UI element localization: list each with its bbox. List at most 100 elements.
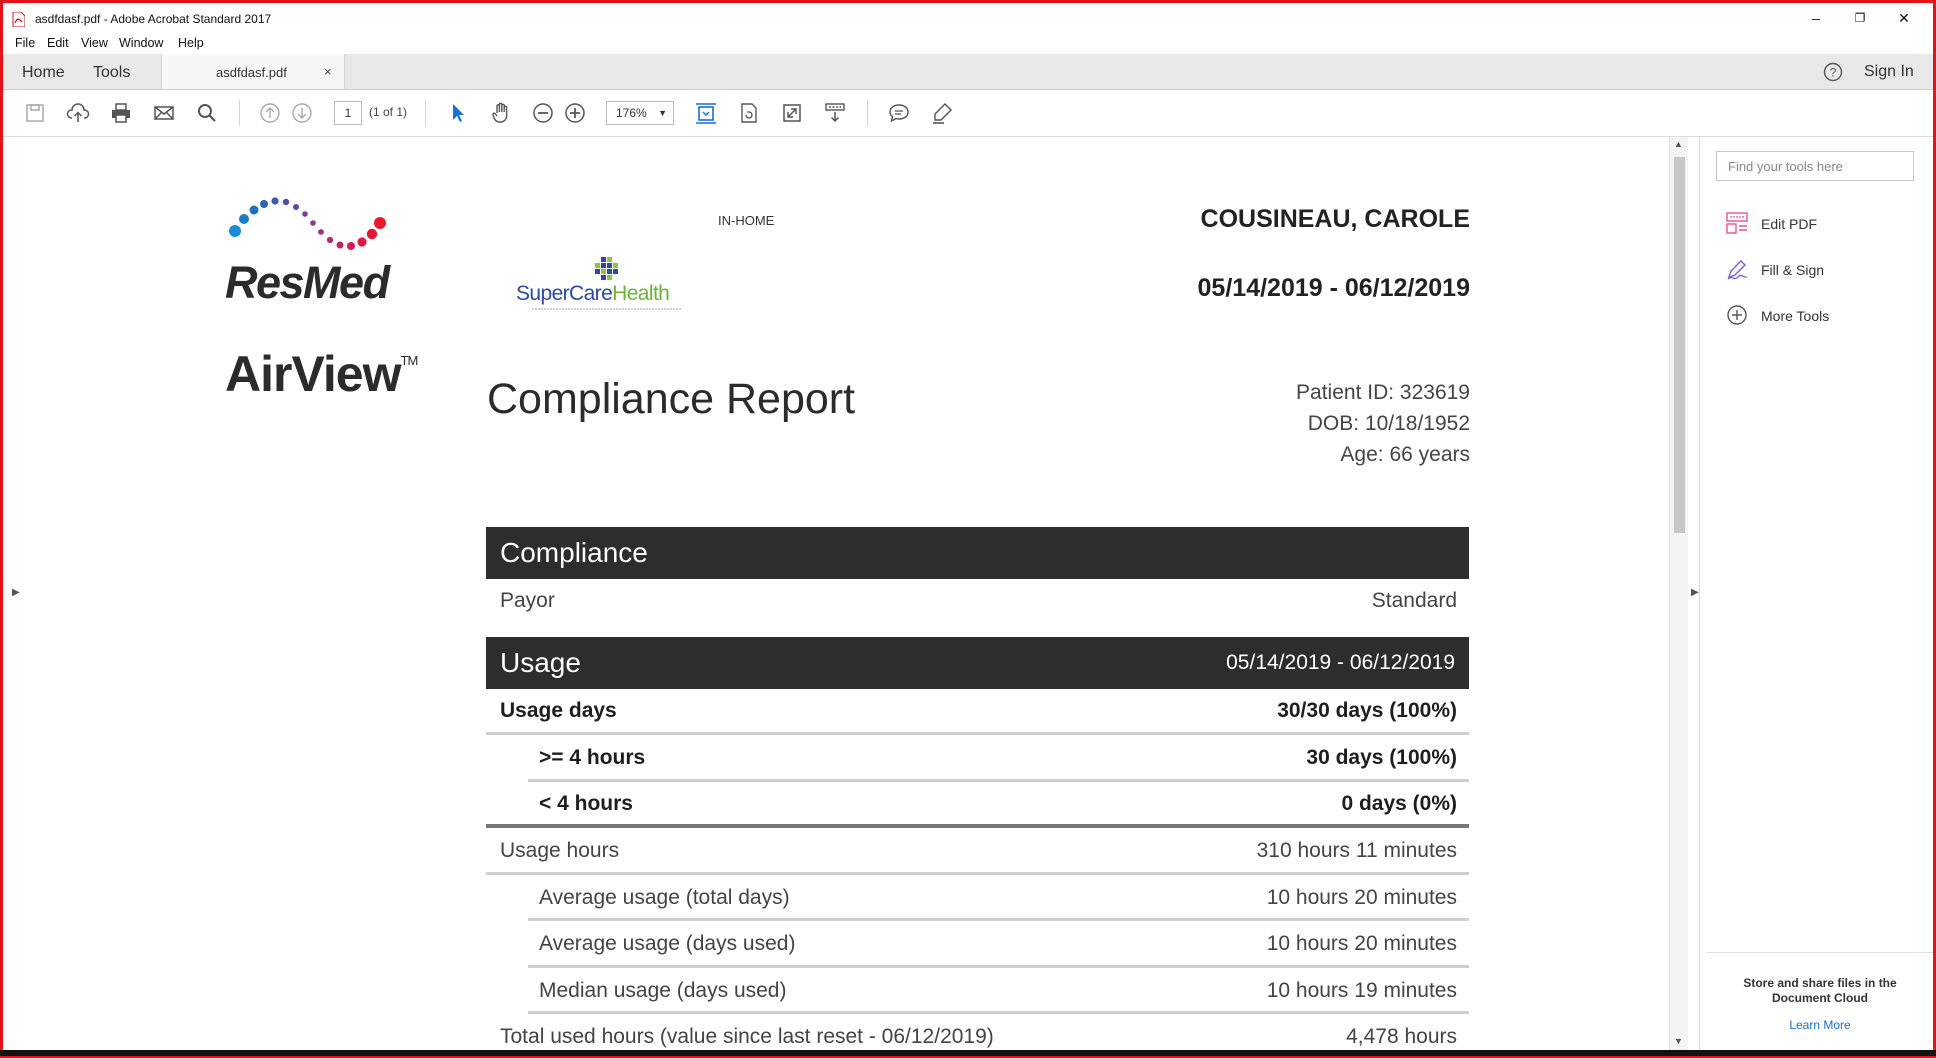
save-icon[interactable] (23, 101, 47, 125)
patient-dob: DOB: 10/18/1952 (1307, 412, 1470, 435)
scrollbar-thumb[interactable] (1674, 157, 1685, 533)
comment-icon[interactable] (887, 101, 911, 125)
svg-text:?: ? (1830, 66, 1837, 80)
window-title: asdfdasf.pdf - Adobe Acrobat Standard 20… (35, 12, 272, 26)
fit-page-icon[interactable] (694, 101, 718, 125)
next-page-icon[interactable] (290, 101, 314, 125)
zoom-in-icon[interactable] (563, 101, 587, 125)
fill-sign-icon (1727, 260, 1748, 280)
row-value: 30 days (100%) (1306, 746, 1457, 769)
close-tab-icon[interactable]: × (324, 64, 332, 79)
row-label: < 4 hours (539, 792, 633, 815)
compliance-heading: Compliance (500, 537, 648, 568)
payor-row: Payor Standard (500, 579, 1469, 625)
tool-label: Fill & Sign (1761, 262, 1825, 278)
more-tools-icon (1727, 305, 1747, 325)
row-divider (486, 732, 1469, 735)
full-screen-icon[interactable] (780, 101, 804, 125)
upload-icon[interactable] (66, 101, 90, 125)
row-value: 10 hours 19 minutes (1266, 979, 1457, 1002)
tab-home[interactable]: Home (22, 64, 65, 82)
left-panel-toggle-icon[interactable]: ▶ (12, 587, 20, 598)
rotate-icon[interactable] (737, 101, 761, 125)
scroll-down-icon[interactable]: ▼ (1674, 1036, 1683, 1046)
collapse-pane-icon[interactable]: ▶ (1691, 587, 1699, 598)
scroll-mode-icon[interactable] (823, 101, 847, 125)
menu-help[interactable]: Help (178, 36, 204, 50)
taskbar-edge (0, 1050, 1936, 1056)
acrobat-window: asdfdasf.pdf - Adobe Acrobat Standard 20… (0, 0, 1936, 1058)
zoom-out-icon[interactable] (531, 101, 555, 125)
tool-label: Edit PDF (1761, 216, 1818, 232)
supercarehealth-logo: SuperCareHealth (516, 257, 682, 310)
resmed-logo-icon (229, 197, 386, 250)
document-cloud-promo: Store and share files in the Document Cl… (1707, 952, 1933, 1053)
scroll-up-icon[interactable]: ▲ (1674, 139, 1683, 149)
table-row: Average usage (days used) 10 hours 20 mi… (539, 922, 1469, 968)
row-label: >= 4 hours (539, 746, 646, 769)
row-value: 30/30 days (100%) (1277, 699, 1457, 722)
hand-icon[interactable] (489, 101, 513, 125)
row-divider (528, 1011, 1469, 1014)
tool-edit-pdf[interactable]: Edit PDF (1725, 211, 1925, 237)
menu-window[interactable]: Window (119, 36, 163, 50)
vertical-scrollbar[interactable]: ▲ ▼ (1669, 137, 1688, 1053)
chevron-down-icon: ▼ (658, 108, 667, 118)
table-row: Usage hours 310 hours 11 minutes (500, 829, 1469, 875)
close-window-button[interactable]: ✕ (1884, 6, 1924, 30)
minimize-button[interactable]: – (1796, 6, 1836, 30)
toolbar-divider (239, 100, 240, 126)
select-pointer-icon[interactable] (446, 101, 470, 125)
table-row: < 4 hours 0 days (0%) (539, 782, 1469, 828)
toolbar-divider (425, 100, 426, 126)
row-label: Median usage (days used) (539, 979, 787, 1002)
email-icon[interactable] (152, 101, 176, 125)
pdf-file-icon (12, 12, 25, 27)
menu-bar: File Edit View Window Help (3, 33, 1933, 54)
airview-wordmark: AirViewTM (225, 345, 419, 403)
row-value: 310 hours 11 minutes (1256, 839, 1457, 862)
row-value: 4,478 hours (1346, 1025, 1457, 1048)
page-number-input[interactable]: 1 (334, 101, 362, 125)
payor-value: Standard (1371, 589, 1457, 612)
compliance-header: Compliance (486, 527, 1469, 579)
document-tab-label: asdfdasf.pdf (216, 65, 287, 80)
toolbar: 1 (1 of 1) 176% ▼ (3, 90, 1933, 137)
tab-document[interactable]: asdfdasf.pdf × (161, 54, 345, 89)
table-row: Median usage (days used) 10 hours 19 min… (539, 969, 1469, 1015)
zoom-value: 176% (616, 106, 647, 120)
edit-pdf-icon (1726, 212, 1748, 234)
tools-search-input[interactable]: Find your tools here (1716, 151, 1914, 181)
learn-more-link[interactable]: Learn More (1707, 1018, 1933, 1032)
svg-text:SuperCareHealth: SuperCareHealth (516, 282, 669, 305)
promo-text: Store and share files in the Document Cl… (1743, 976, 1897, 1005)
document-viewer: ▶ ResMed AirViewTM IN-HOME SuperCareHeal… (3, 137, 1689, 1053)
tab-tools[interactable]: Tools (93, 64, 130, 82)
print-icon[interactable] (109, 101, 133, 125)
menu-edit[interactable]: Edit (47, 36, 69, 50)
cross-dots-icon (595, 257, 618, 280)
tool-more-tools[interactable]: More Tools (1725, 303, 1925, 329)
zoom-select[interactable]: 176% ▼ (606, 101, 674, 125)
menu-file[interactable]: File (15, 36, 35, 50)
tool-fill-sign[interactable]: Fill & Sign (1725, 257, 1925, 283)
airview-label: AirView (225, 346, 401, 402)
pane-divider (1699, 137, 1700, 1053)
tab-bar: Home Tools asdfdasf.pdf × ? Sign In (3, 54, 1933, 90)
tool-label: More Tools (1761, 308, 1830, 324)
help-icon[interactable]: ? (1823, 62, 1843, 82)
highlight-icon[interactable] (930, 101, 954, 125)
prev-page-icon[interactable] (258, 101, 282, 125)
row-label: Usage days (500, 699, 617, 722)
trademark-mark: TM (400, 353, 419, 368)
menu-view[interactable]: View (81, 36, 108, 50)
sign-in-link[interactable]: Sign In (1864, 63, 1914, 81)
provider-label: IN-HOME (718, 213, 775, 228)
tools-pane: ▶ Find your tools here Edit PDF Fill & S… (1689, 137, 1933, 1053)
search-icon[interactable] (195, 101, 219, 125)
table-row: Total used hours (value since last reset… (500, 1015, 1469, 1053)
usage-heading: Usage (500, 647, 581, 678)
usage-date-range: 05/14/2019 - 06/12/2019 (1226, 651, 1455, 674)
report-title: Compliance Report (487, 375, 856, 423)
restore-button[interactable]: ❐ (1840, 6, 1880, 30)
